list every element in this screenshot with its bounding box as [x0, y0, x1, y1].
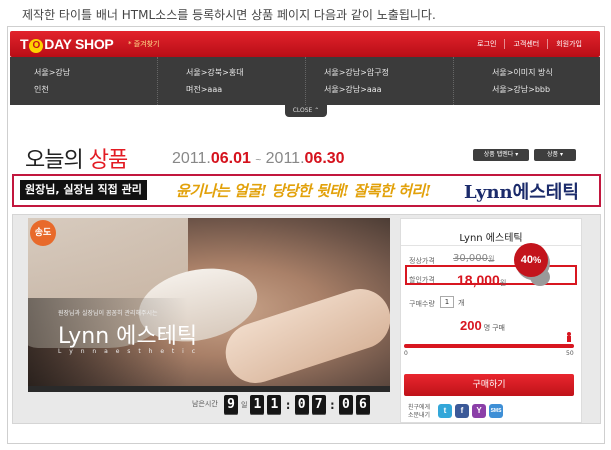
countdown-digit: 0: [338, 395, 353, 415]
countdown-digit: 1: [267, 395, 282, 415]
site-logo[interactable]: T O DAY SHOP: [20, 36, 114, 53]
photo-caption-name: Lynn 에스테틱: [58, 324, 198, 349]
region-link[interactable]: 서울>강북>홍대: [186, 67, 244, 78]
product-tab-menu-button[interactable]: 상품 탭멘다 ▾: [473, 149, 529, 161]
region-menu: 서울>강남 인천 서울>강북>홍대 며전>aaa 서울>강남>압구정 서울>강남…: [10, 57, 600, 105]
discount-price-label: 할인가격: [409, 276, 435, 284]
customer-center-link[interactable]: 고객센터: [504, 39, 547, 49]
divider: [401, 245, 581, 246]
region-link[interactable]: 인천: [34, 84, 49, 95]
region-menu-column: 서울>강남>압구정 서울>강남>aaa: [305, 57, 453, 105]
share-label: 친구에게 소문내기: [408, 404, 431, 419]
countdown-days: 9: [224, 395, 238, 415]
countdown-digit: 0: [294, 395, 309, 415]
product-menu-button[interactable]: 상품 ▾: [534, 149, 576, 161]
title-banner: 원장님, 실장님 직접 관리 윤기나는 얼굴! 당당한 뒷태! 잘록한 허리! …: [12, 174, 601, 207]
progress-min: 0: [404, 350, 408, 357]
sales-progress-fill: [404, 344, 574, 348]
countdown-day-unit: 일: [241, 401, 248, 409]
region-link[interactable]: 며전>aaa: [186, 84, 222, 95]
product-image: 송도 원장님과 실장님이 꼼꼼히 관리해주시는 Lynn 에스테틱 L y n …: [28, 218, 390, 386]
banner-tag: 원장님, 실장님 직접 관리: [20, 180, 147, 200]
top-bar: T O DAY SHOP * 즐겨찾기 로그인 고객센터 회원가입: [10, 31, 600, 57]
photo-caption-english: L y n n a e s t h e t i c: [58, 348, 199, 355]
banner-brand: Lynn에스테틱: [464, 182, 579, 203]
buyer-count: 200 명 구매: [460, 318, 505, 333]
buy-button[interactable]: 구매하기: [404, 374, 574, 396]
region-link[interactable]: 서울>강남: [34, 67, 70, 78]
original-price: 30,000원: [453, 253, 495, 264]
person-icon: [566, 332, 572, 342]
login-link[interactable]: 로그인: [469, 39, 504, 49]
top-links: 로그인 고객센터 회원가입: [469, 39, 590, 49]
quantity-label: 구매수량: [409, 300, 435, 308]
quantity-input[interactable]: 1: [440, 296, 454, 308]
page-title: 오늘의 상품: [25, 148, 128, 173]
photo-bottom-shade: [28, 386, 390, 392]
signup-link[interactable]: 회원가입: [547, 39, 590, 49]
countdown-digit: 7: [311, 395, 326, 415]
location-badge: 송도: [30, 220, 56, 246]
region-menu-column: 서울>이미지 방식 서울>강남>bbb: [453, 57, 600, 105]
countdown-timer: 9 일 1 1 : 0 7 : 0 6: [224, 394, 370, 416]
photo-caption-sub: 원장님과 실장님이 꼼꼼히 관리해주시는: [58, 310, 158, 317]
menu-close-button[interactable]: CLOSE ⌃: [285, 105, 327, 117]
deal-title: Lynn 에스테틱: [459, 233, 523, 244]
discount-rate-badge: 40%: [514, 243, 548, 277]
bookmark-link[interactable]: * 즐겨찾기: [128, 39, 160, 49]
countdown-digit: 1: [250, 395, 265, 415]
sales-progress-track: [404, 344, 574, 348]
yozm-icon[interactable]: Y: [472, 404, 486, 418]
facebook-icon[interactable]: f: [455, 404, 469, 418]
discount-price: 18,000원: [457, 272, 507, 288]
sms-icon[interactable]: SMS: [489, 404, 503, 418]
countdown-digit: 6: [355, 395, 370, 415]
sale-date-range: 2011.06.01 ~ 2011.06.30: [172, 150, 345, 167]
page-caption: 제작한 타이틀 배너 HTML소스를 등록하시면 상품 페이지 다음과 같이 노…: [22, 8, 436, 22]
progress-max: 50: [566, 350, 574, 357]
region-menu-column: 서울>강북>홍대 며전>aaa: [157, 57, 305, 105]
twitter-icon[interactable]: t: [438, 404, 452, 418]
quantity-unit: 개: [458, 299, 465, 307]
region-link[interactable]: 서울>강남>bbb: [492, 84, 550, 95]
region-link[interactable]: 서울>강남>aaa: [324, 84, 382, 95]
remaining-time-label: 남은시간: [192, 400, 218, 408]
region-link[interactable]: 서울>이미지 방식: [492, 67, 553, 78]
region-menu-column: 서울>강남 인천: [10, 57, 157, 105]
region-link[interactable]: 서울>강남>압구정: [324, 67, 389, 78]
banner-slogan: 윤기나는 얼굴! 당당한 뒷태! 잘록한 허리!: [176, 182, 431, 200]
